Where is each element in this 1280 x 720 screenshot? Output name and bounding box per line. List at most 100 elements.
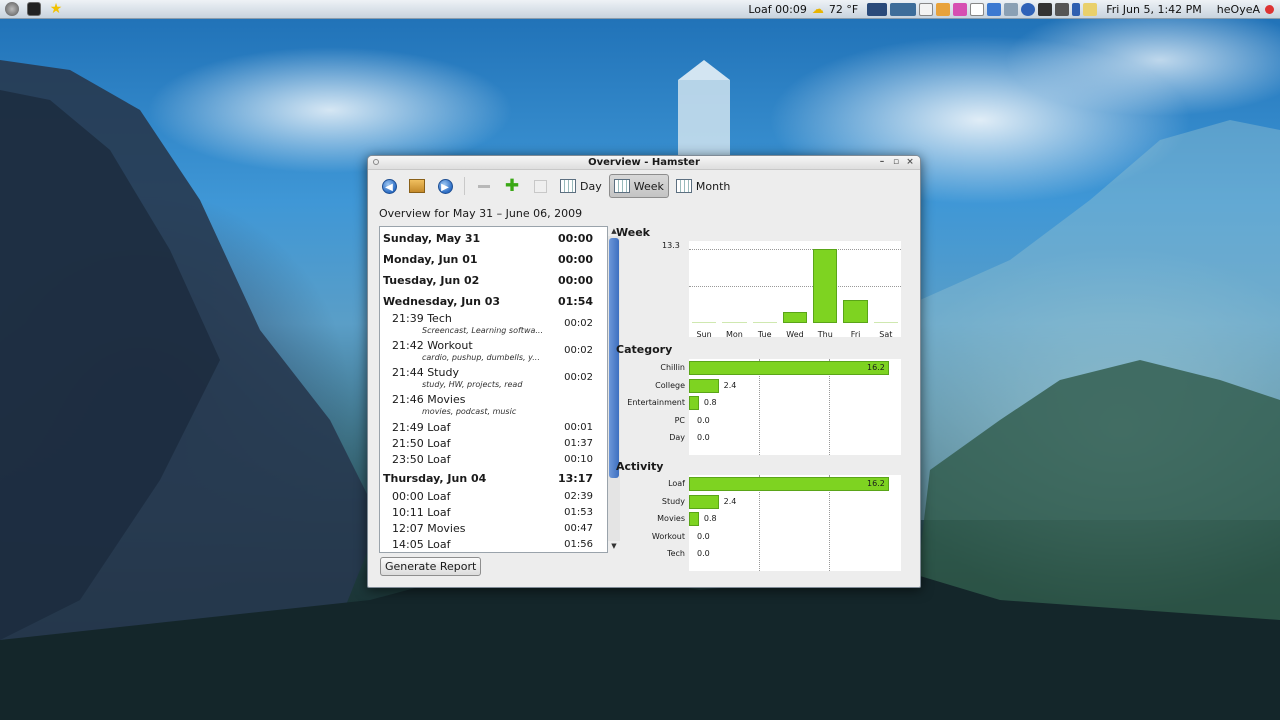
- fact-duration: 01:56: [564, 538, 593, 550]
- day-header-row[interactable]: Thursday, Jun 04 13:17: [380, 469, 596, 488]
- minimize-icon[interactable]: –: [876, 157, 888, 167]
- calendar-month-icon: [675, 179, 692, 193]
- week-chart-title: Week: [616, 226, 650, 239]
- fact-main: 21:39 Tech Screencast, Learning softwa...: [392, 312, 543, 335]
- day-view-button[interactable]: Day: [555, 174, 607, 198]
- clipboard-icon[interactable]: [1083, 2, 1098, 16]
- terminal-launcher[interactable]: [24, 1, 44, 18]
- window-title: Overview - Hamster: [588, 157, 700, 168]
- category-value-label: 2.4: [723, 380, 737, 390]
- fact-row[interactable]: 21:50 Loaf 01:37: [380, 435, 596, 451]
- week-chart-ymax: 13.3: [662, 241, 680, 250]
- accessibility-icon[interactable]: [1021, 2, 1036, 16]
- fact-duration: 00:02: [564, 372, 593, 383]
- notes-icon[interactable]: [936, 2, 951, 16]
- week-bar-sun: [692, 322, 717, 323]
- day-header-row[interactable]: Monday, Jun 01 00:00: [380, 250, 596, 269]
- window-titlebar[interactable]: Overview - Hamster – ▫ ×: [368, 156, 920, 170]
- fact-row[interactable]: 23:50 Loaf 00:10: [380, 451, 596, 467]
- week-tick-label: Fri: [850, 330, 861, 339]
- activity-chart-title: Activity: [616, 460, 664, 473]
- calendar-week-icon: [613, 179, 630, 193]
- category-bar-chillin: [689, 361, 889, 375]
- close-icon[interactable]: ×: [904, 157, 916, 167]
- activity-bar-movies: [689, 512, 699, 526]
- fact-main: 23:50 Loaf: [392, 453, 450, 466]
- maximize-icon[interactable]: ▫: [890, 157, 902, 167]
- fact-tags: cardio, pushup, dumbells, y...: [422, 353, 540, 362]
- logout-icon[interactable]: [1265, 4, 1274, 14]
- week-view-button[interactable]: Week: [608, 174, 669, 198]
- week-bar-sat: [873, 322, 898, 323]
- category-category-label: Chillin: [660, 363, 685, 372]
- fact-row[interactable]: 21:39 Tech Screencast, Learning softwa...…: [380, 311, 596, 338]
- week-bar-fri: [843, 300, 868, 323]
- remove-button[interactable]: [471, 174, 497, 198]
- day-header-row[interactable]: Wednesday, Jun 03 01:54: [380, 292, 596, 311]
- fact-row[interactable]: 00:00 Loaf 02:39: [380, 488, 596, 504]
- arrow-right-icon: ▶: [437, 178, 453, 194]
- fact-label: 21:46 Movies: [392, 393, 466, 406]
- workspace-1-icon[interactable]: [867, 2, 888, 16]
- day-total: 01:54: [557, 295, 593, 308]
- fact-main: 21:42 Workout cardio, pushup, dumbells, y…: [392, 339, 540, 362]
- window-menu-icon[interactable]: [373, 159, 379, 165]
- category-category-label: PC: [674, 415, 685, 425]
- fact-tags: Screencast, Learning softwa...: [422, 326, 544, 335]
- activity-value-label: 2.4: [723, 496, 737, 506]
- mail-icon[interactable]: [987, 2, 1002, 16]
- previous-button[interactable]: ◀: [376, 174, 402, 198]
- fact-row[interactable]: 21:44 Study study, HW, projects, read 00:0…: [380, 365, 596, 392]
- month-view-button[interactable]: Month: [671, 174, 735, 198]
- fact-row[interactable]: 14:05 Loaf 01:56: [380, 536, 596, 552]
- fact-duration: 00:02: [564, 345, 593, 356]
- activity-category-label: Study: [661, 496, 685, 506]
- hamster-status[interactable]: Loaf 00:09: [743, 3, 811, 16]
- document-icon[interactable]: [970, 2, 985, 16]
- flower-icon[interactable]: [953, 2, 968, 16]
- activity-category-label: Workout: [651, 531, 685, 541]
- week-tick-label: Wed: [786, 330, 804, 339]
- volume-icon[interactable]: [1004, 2, 1019, 16]
- panel-user[interactable]: heOyeA: [1207, 3, 1265, 16]
- activity-chart: Loaf 16.2 Study 2.4 Movies 0.8 Workout 0.0 Tech 0…: [652, 475, 901, 571]
- day-total: 00:00: [557, 253, 593, 266]
- generate-report-button[interactable]: Generate Report: [380, 557, 482, 576]
- weather-temp[interactable]: 72 °F: [824, 3, 863, 16]
- top-panel: ★ Loaf 00:09 ☁ 72 °F Fri Jun 5, 1:42 PM …: [0, 0, 1280, 19]
- fact-row[interactable]: 21:42 Workout cardio, pushup, dumbells, y…: [380, 338, 596, 365]
- day-header-row[interactable]: Sunday, May 31 00:00: [380, 229, 596, 248]
- bluetooth-icon[interactable]: [1072, 2, 1081, 16]
- fact-row[interactable]: 12:07 Movies 00:47: [380, 520, 596, 536]
- week-tick-label: Sat: [879, 330, 893, 339]
- favorites-launcher[interactable]: ★: [46, 1, 66, 18]
- fact-row[interactable]: 21:49 Loaf 00:01: [380, 419, 596, 435]
- window-list-icon[interactable]: [919, 2, 934, 16]
- weather-icon: ☁: [811, 2, 824, 16]
- edit-button[interactable]: [527, 174, 553, 198]
- category-chart: Chillin 16.2 College 2.4 Entertainment 0.8 PC 0…: [627, 359, 901, 455]
- home-icon: [409, 179, 425, 193]
- workspace-2-icon[interactable]: [890, 2, 917, 16]
- network-icon[interactable]: [1038, 2, 1053, 16]
- app-menu-launcher[interactable]: [2, 1, 22, 18]
- category-category-label: College: [655, 380, 685, 390]
- activity-bar-loaf: [689, 477, 889, 491]
- panel-clock[interactable]: Fri Jun 5, 1:42 PM: [1101, 3, 1207, 16]
- day-header-row[interactable]: Tuesday, Jun 02 00:00: [380, 271, 596, 290]
- week-tick-label: Sun: [696, 330, 712, 339]
- next-button[interactable]: ▶: [432, 174, 458, 198]
- hamster-overview-window: Overview - Hamster – ▫ × ◀ ▶ ✚ Day Week …: [367, 155, 921, 588]
- home-button[interactable]: [404, 174, 430, 198]
- fact-main: 21:49 Loaf: [392, 421, 450, 434]
- month-view-label: Month: [695, 179, 731, 193]
- fact-main: 00:00 Loaf: [392, 490, 450, 503]
- fact-row[interactable]: 10:11 Loaf 01:53: [380, 504, 596, 520]
- day-label: Thursday, Jun 04: [383, 472, 487, 485]
- fact-main: 12:07 Movies: [392, 522, 465, 535]
- fact-main: 10:11 Loaf: [392, 506, 450, 519]
- fact-row[interactable]: 21:46 Movies movies, podcast, music: [380, 392, 596, 419]
- fact-list[interactable]: Sunday, May 31 00:00 Monday, Jun 01 00:00 Tu…: [380, 227, 596, 552]
- add-button[interactable]: ✚: [499, 174, 525, 198]
- battery-icon[interactable]: [1055, 2, 1070, 16]
